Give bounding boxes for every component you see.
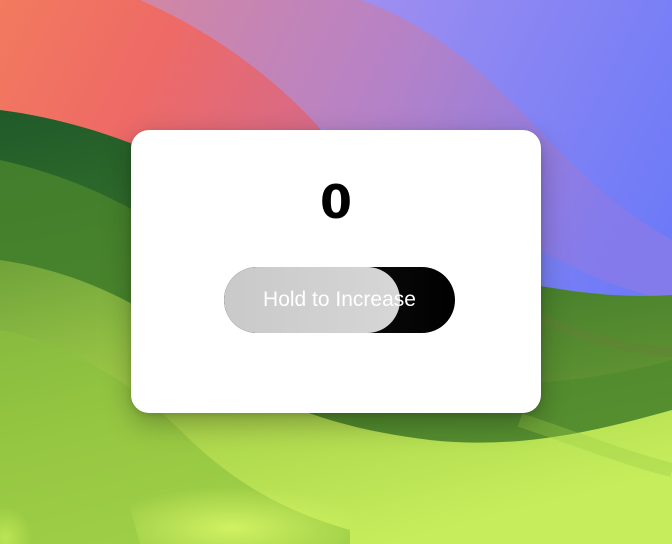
counter-card: 0 Hold to Increase: [131, 130, 541, 413]
hold-button-label: Hold to Increase: [263, 288, 416, 311]
counter-value: 0: [319, 175, 352, 229]
hold-to-increase-button[interactable]: Hold to Increase: [224, 267, 455, 333]
